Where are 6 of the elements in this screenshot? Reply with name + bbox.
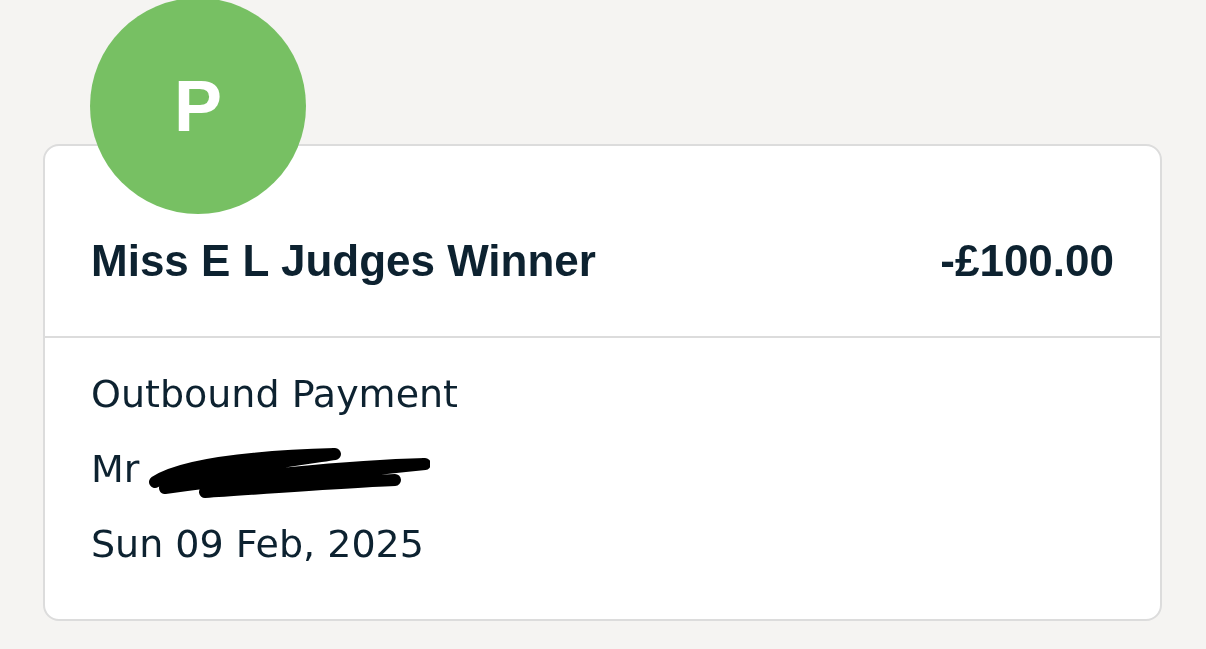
avatar: P: [90, 0, 306, 214]
payee-name: Miss E L Judges Winner: [91, 236, 596, 286]
payment-date: Sun 09 Feb, 2025: [91, 521, 424, 568]
recipient-name: Mr: [91, 446, 140, 493]
payment-type: Outbound Payment: [91, 371, 458, 418]
amount: -£100.00: [940, 236, 1114, 286]
